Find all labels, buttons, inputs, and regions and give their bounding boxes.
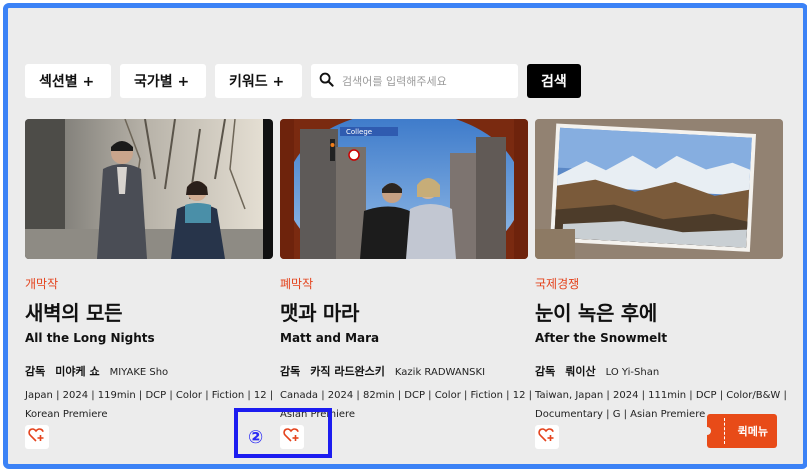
director-label: 감독	[25, 365, 46, 378]
film-category: 폐막작	[280, 277, 314, 291]
film-category: 국제경쟁	[535, 277, 580, 291]
director-name-korean: 미야케 쇼	[55, 365, 100, 378]
filter-bar: 섹션별 + 국가별 + 키워드 + 검색	[25, 64, 581, 98]
keyword-filter-button[interactable]: 키워드 +	[215, 64, 302, 98]
film-poster[interactable]	[535, 119, 783, 259]
director-name-korean: 카직 라드완스키	[310, 365, 385, 378]
director-label: 감독	[280, 365, 301, 378]
director-name-english: LO Yi-Shan	[605, 367, 660, 378]
film-card[interactable]: 개막작 새벽의 모든 All the Long Nights 감독 미야케 쇼 …	[25, 119, 273, 424]
film-title-korean[interactable]: 새벽의 모든	[25, 297, 273, 326]
film-title-english: After the Snowmelt	[535, 331, 668, 345]
director-name-korean: 뤄이산	[565, 365, 596, 378]
director-name-english: MIYAKE Sho	[109, 367, 169, 378]
film-title-korean[interactable]: 눈이 녹은 후에	[535, 297, 783, 326]
film-title-english: All the Long Nights	[25, 331, 155, 345]
film-title-english: Matt and Mara	[280, 331, 380, 345]
search-icon	[319, 72, 334, 91]
favorite-button[interactable]	[25, 425, 49, 449]
heart-plus-icon	[538, 427, 556, 447]
quick-menu-label: 퀵메뉴	[737, 425, 768, 438]
search-box	[311, 64, 518, 98]
film-title-korean[interactable]: 맷과 마라	[280, 297, 528, 326]
director-label: 감독	[535, 365, 556, 378]
director-line: 감독 뤄이산 LO Yi-Shan	[535, 363, 783, 379]
annotation-marker: ②	[248, 427, 264, 448]
quick-menu-button[interactable]: 퀵메뉴	[703, 414, 777, 448]
favorite-button[interactable]	[535, 425, 559, 449]
search-input[interactable]	[340, 73, 510, 89]
heart-plus-icon	[28, 427, 46, 447]
film-card[interactable]: College 폐막작 맷과 마라 Matt and Mara 감독 카직 라드…	[280, 119, 532, 424]
film-poster[interactable]	[25, 119, 273, 259]
director-line: 감독 미야케 쇼 MIYAKE Sho	[25, 363, 273, 379]
director-line: 감독 카직 라드완스키 Kazik RADWANSKI	[280, 363, 528, 379]
street-sign-text: College	[346, 128, 372, 136]
country-filter-button[interactable]: 국가별 +	[120, 64, 206, 98]
section-filter-button[interactable]: 섹션별 +	[25, 64, 111, 98]
search-button[interactable]: 검색	[527, 64, 581, 98]
ticket-notch	[703, 427, 711, 435]
director-name-english: Kazik RADWANSKI	[394, 367, 486, 378]
app-frame: 섹션별 + 국가별 + 키워드 + 검색어를 입력해주세요 검색 개막작 새벽의…	[3, 3, 807, 469]
film-poster[interactable]: College	[280, 119, 528, 259]
film-card[interactable]: 국제경쟁 눈이 녹은 후에 After the Snowmelt 감독 뤄이산 …	[535, 119, 787, 424]
ticket-perforation	[724, 418, 725, 444]
film-category: 개막작	[25, 277, 59, 291]
